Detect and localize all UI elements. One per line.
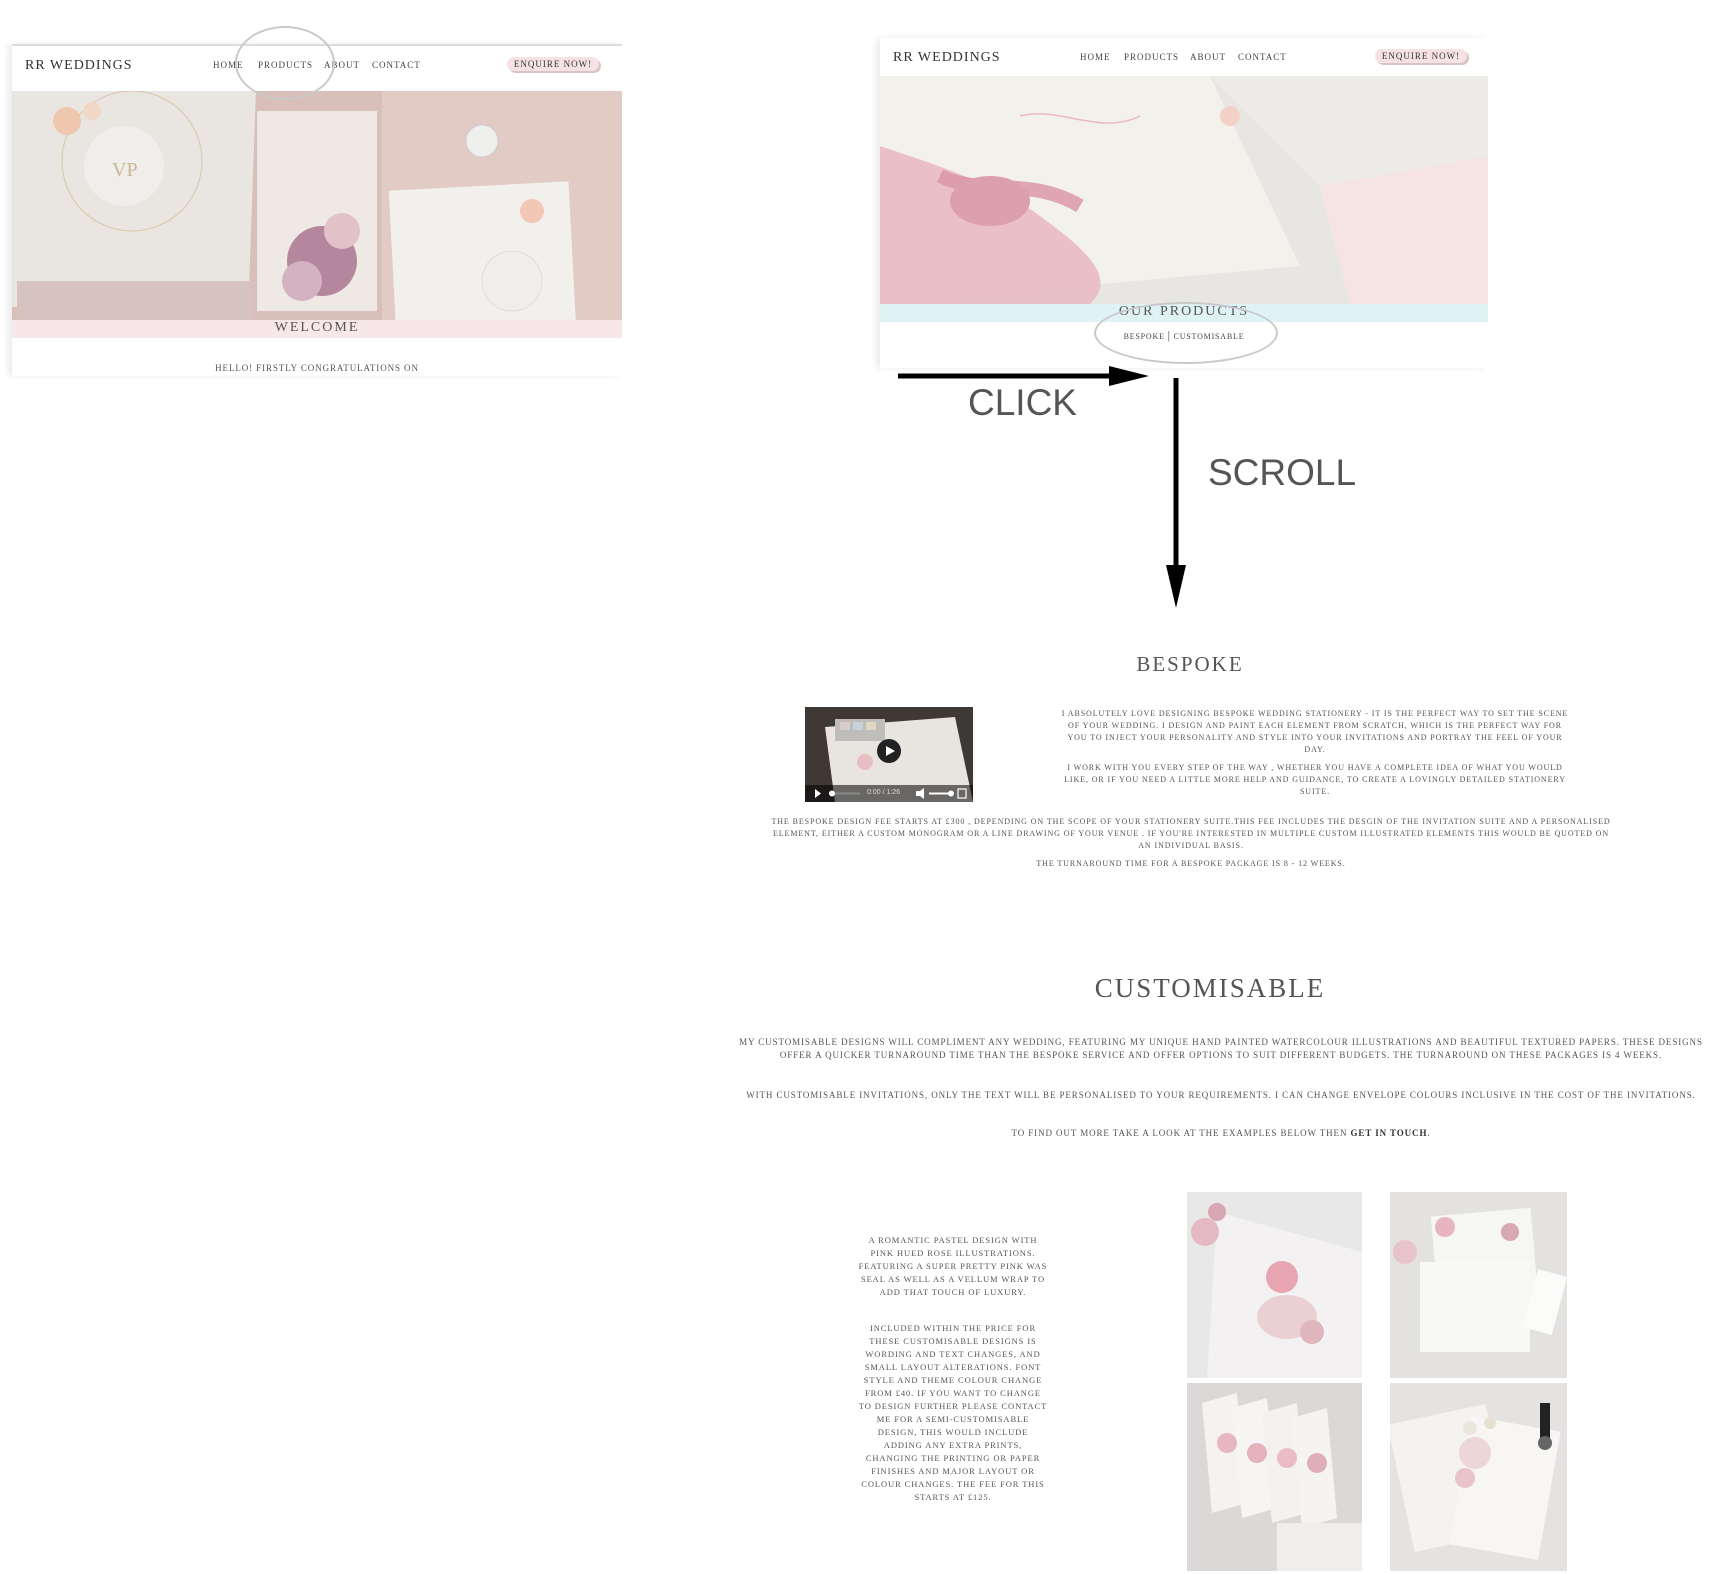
customisable-side-2: INCLUDED WITHIN THE PRICE FOR THESE CUST…	[858, 1323, 1048, 1502]
gallery-image-2[interactable]	[1390, 1192, 1567, 1378]
highlight-circle-sublinks	[1094, 302, 1278, 364]
bespoke-para-2: I WORK WITH YOU EVERY STEP OF THE WAY , …	[1064, 763, 1566, 796]
gallery-illustration-2	[1390, 1192, 1567, 1378]
enquire-button[interactable]: ENQUIRE NOW!	[507, 57, 599, 71]
hero-illustration: VP	[12, 91, 622, 320]
intro-text: HELLO! FIRSTLY CONGRATULATIONS ON	[215, 363, 419, 373]
gallery-image-1[interactable]	[1187, 1192, 1362, 1378]
nav-contact[interactable]: CONTACT	[1238, 52, 1287, 62]
bespoke-para-1: I ABSOLUTELY LOVE DESIGNING BESPOKE WEDD…	[1061, 709, 1569, 754]
customisable-para-3: TO FIND OUT MORE TAKE A LOOK AT THE EXAM…	[726, 1127, 1716, 1140]
enquire-button[interactable]: ENQUIRE NOW!	[1375, 49, 1467, 63]
products-hero-illustration	[880, 76, 1488, 304]
customisable-para-1: MY CUSTOMISABLE DESIGNS WILL COMPLIMENT …	[739, 1037, 1703, 1060]
video-time: 0:00 / 1:26	[867, 789, 901, 796]
site-logo[interactable]: RR WEDDINGS	[25, 58, 133, 74]
play-glyph	[886, 746, 895, 756]
bespoke-para-4: THE TURNAROUND TIME FOR A BESPOKE PACKAG…	[1036, 859, 1346, 868]
site-logo[interactable]: RR WEDDINGS	[893, 50, 1001, 66]
gallery-illustration-3	[1187, 1383, 1362, 1571]
get-in-touch-link[interactable]: GET IN TOUCH	[1351, 1128, 1428, 1138]
gallery-image-3[interactable]	[1187, 1383, 1362, 1571]
customisable-side-1: A ROMANTIC PASTEL DESIGN WITH PINK HUED …	[858, 1235, 1048, 1297]
nav-products[interactable]: PRODUCTS	[1124, 52, 1179, 62]
svg-text:VP: VP	[112, 159, 138, 181]
products-hero-image	[880, 76, 1488, 304]
hero-image: VP	[12, 91, 622, 320]
gallery-illustration-4	[1390, 1383, 1567, 1571]
welcome-heading: WELCOME	[274, 320, 360, 335]
nav-home[interactable]: HOME	[1080, 52, 1111, 62]
para-3-prefix: TO FIND OUT MORE TAKE A LOOK AT THE EXAM…	[1011, 1128, 1348, 1138]
customisable-para-2: WITH CUSTOMISABLE INVITATIONS, ONLY THE …	[746, 1090, 1696, 1100]
video-controls[interactable]: 0:00 / 1:26	[805, 785, 973, 802]
para-3-suffix: .	[1427, 1128, 1431, 1138]
nav-about[interactable]: ABOUT	[1190, 52, 1226, 62]
click-label: CLICK	[968, 382, 1077, 423]
scroll-label: SCROLL	[1208, 452, 1357, 493]
left-screen: RR WEDDINGS HOME PRODUCTS ABOUT CONTACT …	[12, 44, 622, 376]
gallery-image-4[interactable]	[1390, 1383, 1567, 1571]
customisable-heading: CUSTOMISABLE	[1094, 973, 1326, 1003]
bespoke-para-3: THE BESPOKE DESIGN FEE STARTS AT £300 , …	[771, 817, 1611, 850]
highlight-circle-products	[235, 26, 335, 100]
gallery-illustration-1	[1187, 1192, 1362, 1378]
bespoke-heading: BESPOKE	[1136, 652, 1244, 676]
bespoke-video[interactable]: 0:00 / 1:26	[805, 707, 973, 802]
play-icon[interactable]	[877, 739, 901, 763]
nav-contact[interactable]: CONTACT	[372, 60, 421, 70]
